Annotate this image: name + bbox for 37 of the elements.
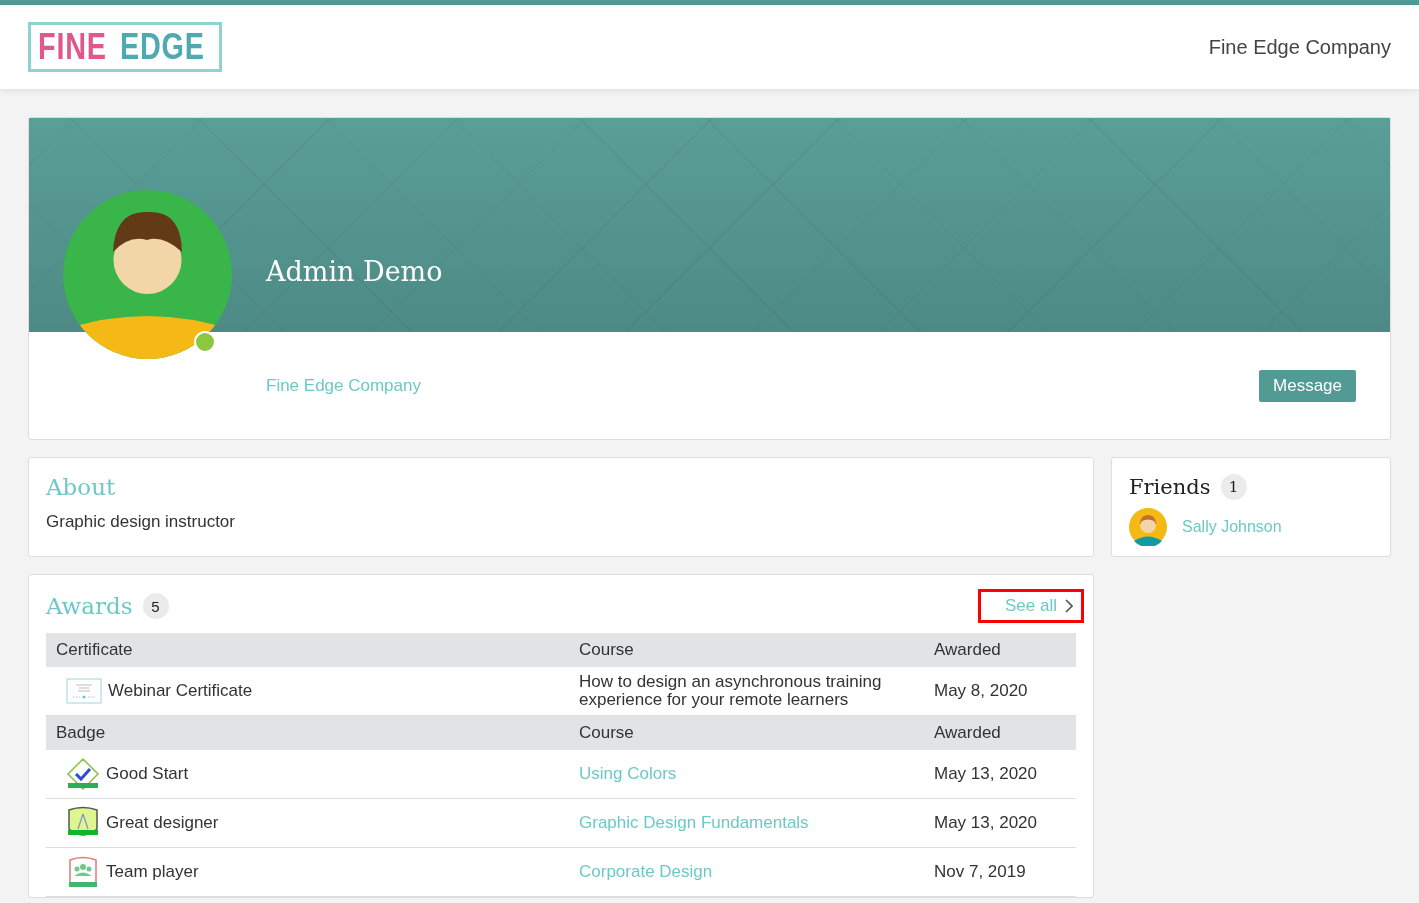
logo-text: EDGE <box>120 27 205 67</box>
see-all-link[interactable]: See all <box>978 589 1084 623</box>
awarded-date: May 13, 2020 <box>924 750 1076 799</box>
about-title: About <box>46 474 117 500</box>
logo-text: FINE <box>38 27 107 67</box>
award-name: Team player <box>106 863 199 881</box>
friends-title: Friends <box>1129 475 1211 499</box>
about-text: Graphic design instructor <box>46 512 236 532</box>
check-badge-icon <box>66 757 100 791</box>
company-name: Fine Edge Company <box>1208 35 1391 59</box>
company-link[interactable]: Fine Edge Company <box>266 375 421 396</box>
column-header: Awarded <box>924 633 1076 667</box>
column-header: Course <box>569 633 924 667</box>
friend-avatar <box>1129 508 1167 546</box>
course-link[interactable]: Graphic Design Fundamentals <box>579 814 809 832</box>
award-name: Good Start <box>106 765 189 783</box>
course-link[interactable]: Using Colors <box>579 765 677 783</box>
awarded-date: May 13, 2020 <box>924 799 1076 848</box>
column-header: Certificate <box>46 633 569 667</box>
awards-count: 5 <box>142 593 169 619</box>
awards-title: Awards <box>46 593 133 619</box>
friends-count: 1 <box>1220 474 1247 500</box>
team-badge-icon <box>66 855 100 889</box>
course-link[interactable]: Corporate Design <box>579 863 713 881</box>
certificate-icon <box>66 678 102 704</box>
profile-name: Admin Demo <box>266 256 443 287</box>
course-text: How to design an asynchronous training experience for your remote learners <box>579 673 883 709</box>
chevron-right-icon <box>1065 599 1073 613</box>
column-header: Course <box>569 716 924 750</box>
message-button[interactable]: Message <box>1259 369 1356 402</box>
award-name: Great designer <box>106 814 219 832</box>
awarded-date: Nov 7, 2019 <box>924 848 1076 897</box>
logo[interactable]: FINE EDGE <box>28 22 223 72</box>
award-name: Webinar Certificate <box>108 682 253 700</box>
friend-link[interactable]: Sally Johnson <box>1182 518 1282 536</box>
column-header: Awarded <box>924 716 1076 750</box>
column-header: Badge <box>46 716 569 750</box>
